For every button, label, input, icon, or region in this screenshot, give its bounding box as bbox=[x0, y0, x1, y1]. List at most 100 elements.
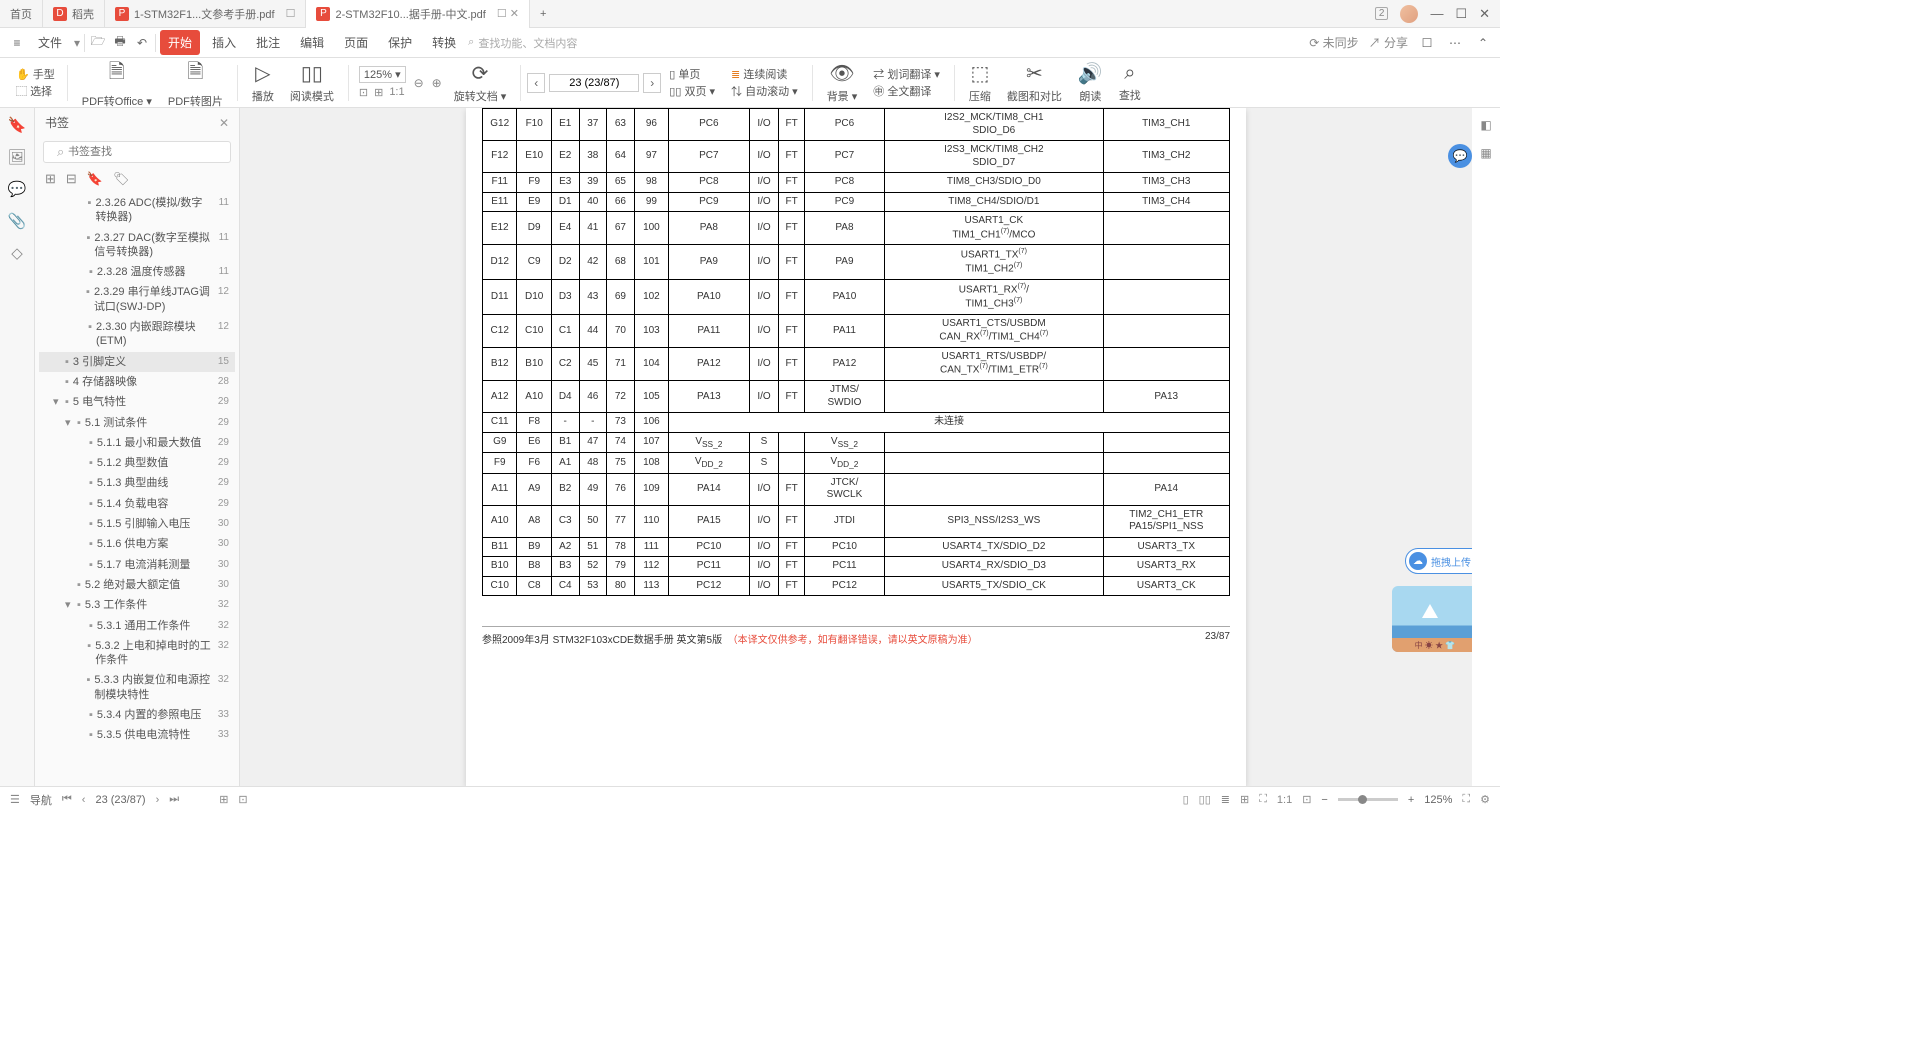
more-icon[interactable]: ⚙ bbox=[1480, 793, 1490, 806]
drag-upload-button[interactable]: ☁拖拽上传 bbox=[1405, 548, 1472, 574]
bookmark-item[interactable]: ▪5.1.5 引脚输入电压30 bbox=[39, 514, 235, 534]
new-tab[interactable]: + bbox=[530, 0, 556, 28]
zoom-out-icon[interactable]: ⊖ bbox=[410, 76, 428, 90]
bookmark-item[interactable]: ▾▪5.1 测试条件29 bbox=[39, 413, 235, 433]
zoom-value[interactable]: 125% bbox=[1424, 794, 1452, 806]
menu-edit[interactable]: 编辑 bbox=[292, 30, 332, 55]
fit-icon[interactable]: 1:1 bbox=[1277, 794, 1292, 806]
tool-icon[interactable]: ▦ bbox=[1480, 146, 1491, 160]
bookmark-item[interactable]: ▪5.1.1 最小和最大数值29 bbox=[39, 433, 235, 453]
page-input[interactable] bbox=[549, 74, 639, 92]
prev-page-icon[interactable]: ‹ bbox=[82, 794, 86, 806]
collapse-icon[interactable]: ⌃ bbox=[1474, 34, 1492, 52]
bookmark-item[interactable]: ▪2.3.26 ADC(模拟/数字转换器)11 bbox=[39, 193, 235, 228]
fit-icon[interactable]: ⛶ bbox=[1259, 793, 1267, 806]
menu-annotate[interactable]: 批注 bbox=[248, 30, 288, 55]
bookmark-item[interactable]: ▪5.1.4 负载电容29 bbox=[39, 494, 235, 514]
zoom-slider[interactable] bbox=[1338, 798, 1398, 801]
menu-icon[interactable]: ≡ bbox=[8, 34, 26, 52]
layout-icon[interactable]: ▯ bbox=[1183, 793, 1189, 806]
sidebar-close-icon[interactable]: ✕ bbox=[219, 116, 229, 130]
next-page-icon[interactable]: › bbox=[156, 794, 160, 806]
rotate-doc[interactable]: ⟳旋转文档 ▾ bbox=[446, 61, 515, 104]
view-icon[interactable]: ⊡ bbox=[238, 793, 247, 806]
layout-icon[interactable]: ▯▯ bbox=[1199, 793, 1211, 806]
unsync-label[interactable]: ⟳ 未同步 bbox=[1309, 34, 1358, 51]
zoom-in-icon[interactable]: ⊕ bbox=[428, 76, 446, 90]
promo-card[interactable]: 中 ☀ ★ 👕 bbox=[1392, 586, 1472, 652]
zoom-in-icon[interactable]: + bbox=[1408, 794, 1414, 806]
bookmark-add-icon[interactable]: 🔖 bbox=[87, 171, 103, 187]
bookmark-icon[interactable]: 🔖 bbox=[8, 116, 27, 134]
settings-icon[interactable]: ☐ bbox=[1418, 34, 1436, 52]
pdf-to-image[interactable]: 🗎PDF转图片 bbox=[160, 57, 231, 109]
tab-home[interactable]: 首页 bbox=[0, 0, 43, 28]
avatar[interactable] bbox=[1400, 5, 1418, 23]
close-icon[interactable]: ☐ bbox=[286, 7, 296, 20]
bookmark-item[interactable]: ▪5.3.2 上电和掉电时的工作条件32 bbox=[39, 636, 235, 671]
full-translate[interactable]: ㊥ 全文翻译 bbox=[873, 83, 940, 99]
tab-file-1[interactable]: P1-STM32F1...文参考手册.pdf☐ bbox=[105, 0, 306, 28]
assistant-icon[interactable]: 💬 bbox=[1448, 144, 1472, 168]
bookmark-search[interactable] bbox=[43, 141, 231, 163]
zoom-select[interactable]: 125% ▾ bbox=[359, 66, 406, 83]
expand-all-icon[interactable]: ⊞ bbox=[45, 171, 56, 187]
maximize-icon[interactable]: ☐ bbox=[1455, 6, 1467, 22]
next-page[interactable]: › bbox=[643, 73, 661, 93]
minimize-icon[interactable]: — bbox=[1430, 6, 1443, 21]
bookmark-item[interactable]: ▪5.3.1 通用工作条件32 bbox=[39, 616, 235, 636]
pdf-to-office[interactable]: 🗎PDF转Office ▾ bbox=[74, 57, 160, 109]
shape-icon[interactable]: ◇ bbox=[11, 244, 23, 262]
actual-size-icon[interactable]: 1:1 bbox=[389, 86, 404, 99]
bookmark-item[interactable]: ▪5.1.3 典型曲线29 bbox=[39, 473, 235, 493]
zoom-out-icon[interactable]: − bbox=[1321, 794, 1327, 806]
play-button[interactable]: ▷播放 bbox=[244, 61, 282, 104]
bookmark-item[interactable]: ▪4 存储器映像28 bbox=[39, 372, 235, 392]
menu-page[interactable]: 页面 bbox=[336, 30, 376, 55]
read-aloud[interactable]: 🔊朗读 bbox=[1070, 61, 1111, 104]
last-page-icon[interactable]: ⏭ bbox=[169, 793, 179, 806]
search-input[interactable]: ⌕ 查找功能、文档内容 bbox=[468, 35, 577, 51]
background[interactable]: 👁背景 ▾ bbox=[819, 61, 866, 104]
continuous-read[interactable]: ≣ 连续阅读 bbox=[731, 66, 798, 82]
menu-start[interactable]: 开始 bbox=[160, 30, 200, 55]
fullscreen-icon[interactable]: ⛶ bbox=[1462, 793, 1470, 806]
hand-tool[interactable]: ✋ 手型 bbox=[16, 66, 55, 82]
bookmark-item[interactable]: ▪2.3.28 温度传感器11 bbox=[39, 262, 235, 282]
file-menu[interactable]: 文件 bbox=[30, 30, 70, 55]
close-icon[interactable]: ✕ bbox=[1479, 6, 1490, 22]
more-icon[interactable]: ⋯ bbox=[1446, 34, 1464, 52]
bookmark-item[interactable]: ▪5.2 绝对最大额定值30 bbox=[39, 575, 235, 595]
thumbnail-icon[interactable]: 🖼 bbox=[7, 148, 26, 166]
single-page[interactable]: ▯ 单页 bbox=[669, 66, 715, 82]
first-page-icon[interactable]: ⏮ bbox=[62, 793, 72, 806]
fit-page-icon[interactable]: ⊞ bbox=[374, 86, 383, 99]
outline-icon[interactable]: ☰ bbox=[10, 793, 20, 806]
open-icon[interactable]: 🗁 bbox=[89, 34, 107, 52]
bookmark-item[interactable]: ▪5.3.3 内嵌复位和电源控制模块特性32 bbox=[39, 670, 235, 705]
read-mode[interactable]: ▯▯阅读模式 bbox=[282, 61, 342, 104]
prev-page[interactable]: ‹ bbox=[527, 73, 545, 93]
tab-daoke[interactable]: D稻壳 bbox=[43, 0, 105, 28]
view-icon[interactable]: ⊞ bbox=[219, 793, 228, 806]
bookmark-item[interactable]: ▪2.3.29 串行单线JTAG调试口(SWJ-DP)12 bbox=[39, 282, 235, 317]
bookmark-del-icon[interactable]: 🏷 bbox=[113, 171, 130, 187]
select-tool[interactable]: ⬚ 选择 bbox=[16, 83, 55, 99]
bookmark-item[interactable]: ▪2.3.27 DAC(数字至模拟信号转换器)11 bbox=[39, 228, 235, 263]
fit-icon[interactable]: ⊡ bbox=[1302, 793, 1311, 806]
tab-file-2[interactable]: P2-STM32F10...据手册-中文.pdf☐ ✕ bbox=[306, 0, 530, 28]
menu-insert[interactable]: 插入 bbox=[204, 30, 244, 55]
comment-icon[interactable]: 💬 bbox=[8, 180, 27, 198]
layout-icon[interactable]: ⊞ bbox=[1240, 793, 1249, 806]
nav-label[interactable]: 导航 bbox=[30, 792, 52, 808]
word-translate[interactable]: ⇄ 划词翻译 ▾ bbox=[873, 66, 940, 82]
attachment-icon[interactable]: 📎 bbox=[8, 212, 27, 230]
find[interactable]: ⌕查找 bbox=[1111, 62, 1149, 103]
bookmark-item[interactable]: ▪5.1.6 供电方案30 bbox=[39, 534, 235, 554]
compress[interactable]: ⬚压缩 bbox=[961, 61, 999, 104]
crop-compare[interactable]: ✂截图和对比 bbox=[999, 61, 1070, 104]
bookmark-item[interactable]: ▪2.3.30 内嵌跟踪模块(ETM)12 bbox=[39, 317, 235, 352]
close-icon[interactable]: ☐ ✕ bbox=[497, 7, 519, 20]
bookmark-item[interactable]: ▪5.1.2 典型数值29 bbox=[39, 453, 235, 473]
menu-protect[interactable]: 保护 bbox=[380, 30, 420, 55]
